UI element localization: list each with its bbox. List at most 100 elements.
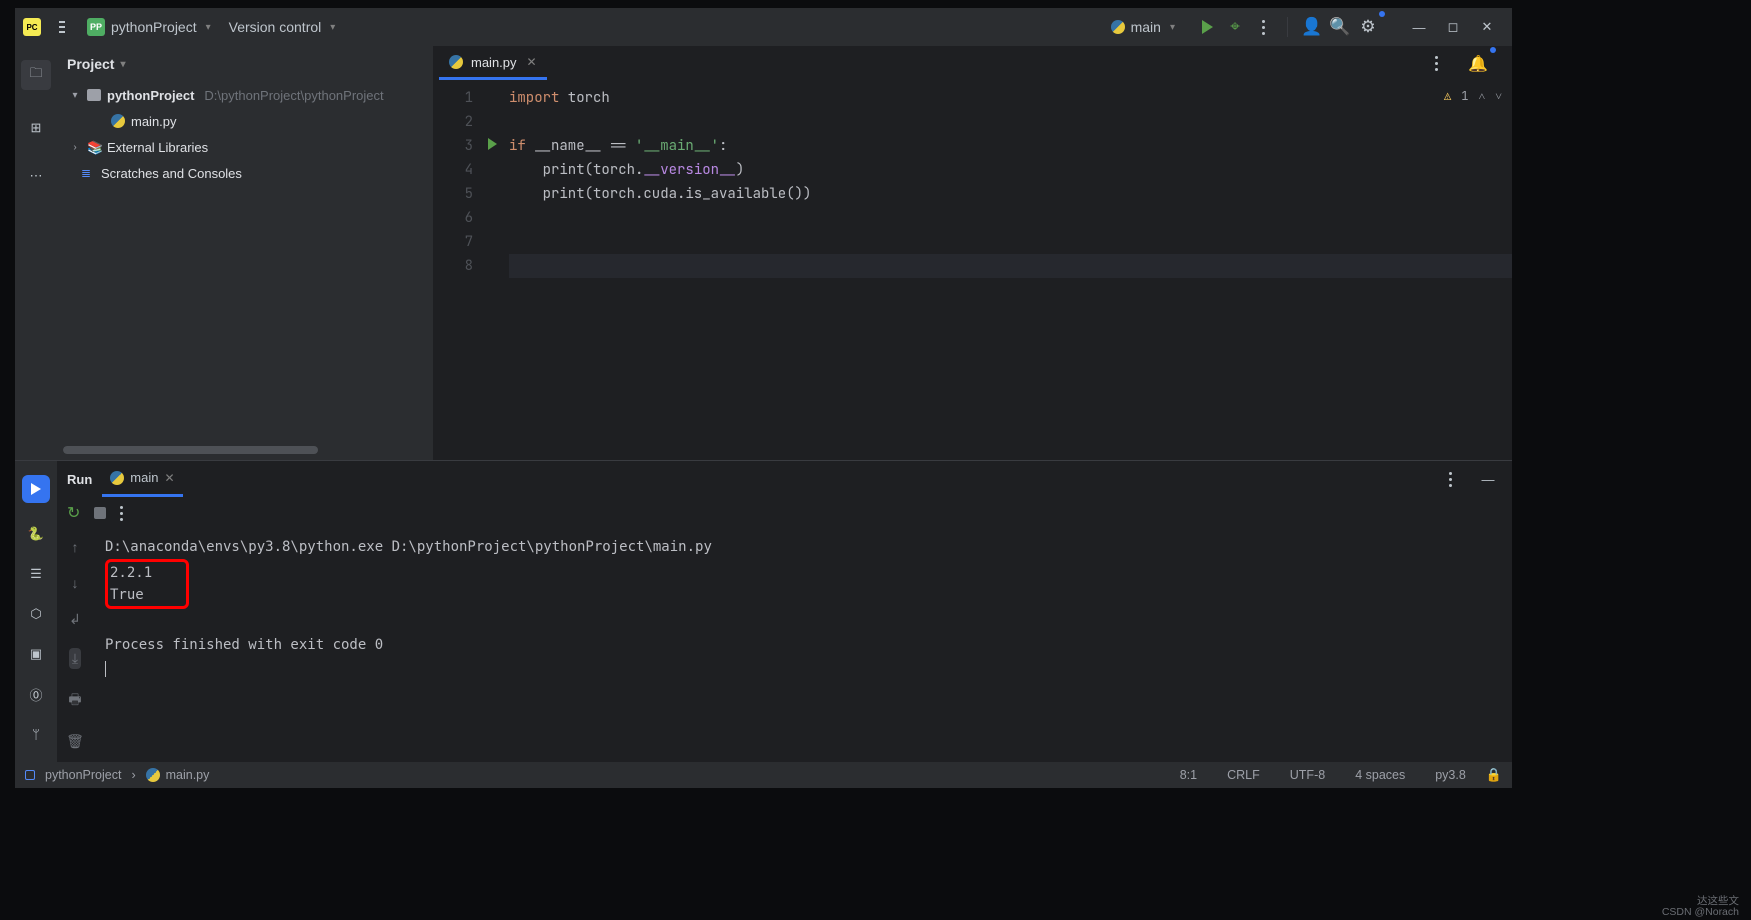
cursor-icon	[105, 661, 106, 677]
line-num: 3	[433, 134, 473, 158]
status-encoding[interactable]: UTF-8	[1290, 768, 1325, 782]
code-with-me-button[interactable]: 👤	[1298, 13, 1326, 41]
project-panel-title: Project	[67, 56, 114, 72]
bell-icon: 🔔	[1468, 54, 1488, 74]
gutter-run-button[interactable]	[481, 134, 503, 158]
ide-window: PC PP pythonProject ▾ Version control ▾ …	[15, 8, 1512, 788]
problems-button[interactable]: ⓪	[27, 685, 45, 703]
close-tab-button[interactable]: ✕	[527, 55, 537, 69]
gear-icon: ⚙	[1360, 17, 1375, 37]
title-bar: PC PP pythonProject ▾ Version control ▾ …	[15, 8, 1512, 46]
project-sidebar: Project ▾ ▾ pythonProject D:\pythonProje…	[57, 46, 433, 460]
project-selector[interactable]: PP pythonProject ▾	[87, 18, 211, 36]
project-panel-header[interactable]: Project ▾	[57, 46, 433, 82]
prev-problem-button[interactable]: ˄	[1478, 88, 1485, 104]
line-num: 5	[433, 182, 473, 206]
project-icon: PP	[87, 18, 105, 36]
chevron-down-icon: ▾	[330, 22, 335, 33]
up-button[interactable]: ↑	[72, 539, 79, 555]
problems-widget[interactable]: ⚠ 1 ˄ ˅	[1444, 88, 1502, 104]
console-output[interactable]: D:\anaconda\envs\py3.8\python.exe D:\pyt…	[93, 529, 1512, 762]
more-tools-button[interactable]: ⋯	[26, 166, 46, 186]
dots-vertical-icon	[1435, 56, 1438, 71]
close-run-tab-button[interactable]: ✕	[164, 471, 174, 485]
scrollbar-thumb[interactable]	[63, 446, 318, 454]
python-console-button[interactable]: ⬡	[27, 605, 45, 623]
code-text[interactable]: import torch if __name__ == '__main__': …	[503, 82, 1512, 460]
project-tree[interactable]: ▾ pythonProject D:\pythonProject\pythonP…	[57, 82, 433, 444]
status-indent[interactable]: 4 spaces	[1355, 768, 1405, 782]
run-output-row: ↑ ↓ ↲ ⤓ 🖶 🗑 D:\anaconda\envs\py3.8\pytho…	[57, 529, 1512, 762]
module-icon	[25, 770, 35, 780]
terminal-button[interactable]: ▣	[27, 645, 45, 663]
print-button[interactable]: 🖶	[68, 689, 81, 713]
window-maximize-button[interactable]: ◻	[1436, 12, 1470, 42]
tree-file-main[interactable]: main.py	[63, 108, 433, 134]
python-icon	[146, 768, 160, 782]
tree-file-label: main.py	[131, 114, 177, 129]
lock-icon[interactable]: 🔒	[1486, 767, 1502, 783]
status-linesep[interactable]: CRLF	[1227, 768, 1260, 782]
editor-more-button[interactable]	[1422, 50, 1450, 78]
soft-wrap-button[interactable]: ↲	[69, 611, 81, 628]
left-activity-bar: 🗀 ⊞ ⋯	[15, 46, 57, 460]
code-editor[interactable]: 1 2 3 4 5 6 7 8 import torch if __name__…	[433, 82, 1512, 460]
window-minimize-button[interactable]: ―	[1402, 12, 1436, 42]
breadcrumb-file[interactable]: main.py	[146, 768, 210, 782]
sidebar-hscrollbar[interactable]	[63, 446, 427, 454]
tree-ext-libs[interactable]: › 📚 External Libraries	[63, 134, 433, 160]
play-icon	[31, 483, 41, 495]
tree-root[interactable]: ▾ pythonProject D:\pythonProject\pythonP…	[63, 82, 433, 108]
window-close-button[interactable]: ✕	[1470, 12, 1504, 42]
run-more-button[interactable]	[1436, 465, 1464, 493]
vcs-selector[interactable]: Version control ▾	[229, 19, 336, 35]
highlighted-output: 2.2.1 True	[105, 559, 189, 609]
pycharm-logo-icon: PC	[23, 18, 41, 36]
services-button[interactable]: ☰	[27, 565, 45, 583]
dots-vertical-icon	[1262, 20, 1265, 35]
watermark: 达这些文 CSDN @Norach	[1662, 896, 1739, 918]
python-packages-button[interactable]: 🐍	[27, 525, 45, 543]
settings-button[interactable]: ⚙	[1354, 13, 1382, 41]
search-everywhere-button[interactable]: 🔍	[1326, 13, 1354, 41]
run-gutter	[481, 82, 503, 460]
breadcrumb-project[interactable]: pythonProject	[45, 768, 121, 782]
layers-icon: ☰	[30, 566, 42, 582]
status-interpreter[interactable]: py3.8	[1435, 768, 1466, 782]
run-more-actions-button[interactable]	[120, 506, 123, 521]
run-tool-button[interactable]	[22, 475, 50, 503]
python-icon	[111, 114, 125, 128]
warning-icon: ⓪	[29, 685, 42, 704]
project-tool-button[interactable]: 🗀	[21, 60, 51, 90]
chevron-down-icon: ▾	[69, 90, 81, 101]
run-config-name: main	[1131, 19, 1161, 35]
editor-tabs: main.py ✕ 🔔	[433, 46, 1512, 82]
line-gutter: 1 2 3 4 5 6 7 8	[433, 82, 481, 460]
notifications-button[interactable]: 🔔	[1464, 50, 1492, 78]
chevron-down-icon: ▾	[206, 22, 211, 33]
main-menu-button[interactable]	[59, 13, 87, 41]
run-header: Run main ✕ ―	[57, 461, 1512, 497]
structure-tool-button[interactable]: ⊞	[26, 118, 46, 138]
run-button[interactable]	[1193, 13, 1221, 41]
hide-run-button[interactable]: ―	[1474, 465, 1502, 493]
run-config-selector[interactable]: main ▾	[1111, 19, 1175, 35]
tree-extlibs-label: External Libraries	[107, 140, 208, 155]
vcs-button[interactable]: ᛘ	[27, 725, 45, 743]
run-tab-main[interactable]: main ✕	[102, 461, 182, 497]
run-body: Run main ✕ ― ↻ ↑ ↓ ↲ ⤓	[57, 461, 1512, 762]
stop-button[interactable]	[94, 507, 106, 519]
clear-button[interactable]: 🗑	[66, 733, 84, 750]
console-exit: Process finished with exit code 0	[105, 637, 383, 653]
console-cmd: D:\anaconda\envs\py3.8\python.exe D:\pyt…	[105, 539, 712, 555]
next-problem-button[interactable]: ˅	[1495, 88, 1502, 104]
status-linecol[interactable]: 8:1	[1180, 768, 1197, 782]
line-num: 2	[433, 110, 473, 134]
down-button[interactable]: ↓	[72, 575, 79, 591]
tree-scratches[interactable]: ≣ Scratches and Consoles	[63, 160, 433, 186]
more-actions-button[interactable]	[1249, 13, 1277, 41]
debug-button[interactable]: ⌖	[1221, 13, 1249, 41]
rerun-button[interactable]: ↻	[67, 503, 80, 523]
editor-tab-main[interactable]: main.py ✕	[439, 48, 547, 80]
scroll-end-button[interactable]: ⤓	[69, 648, 81, 669]
